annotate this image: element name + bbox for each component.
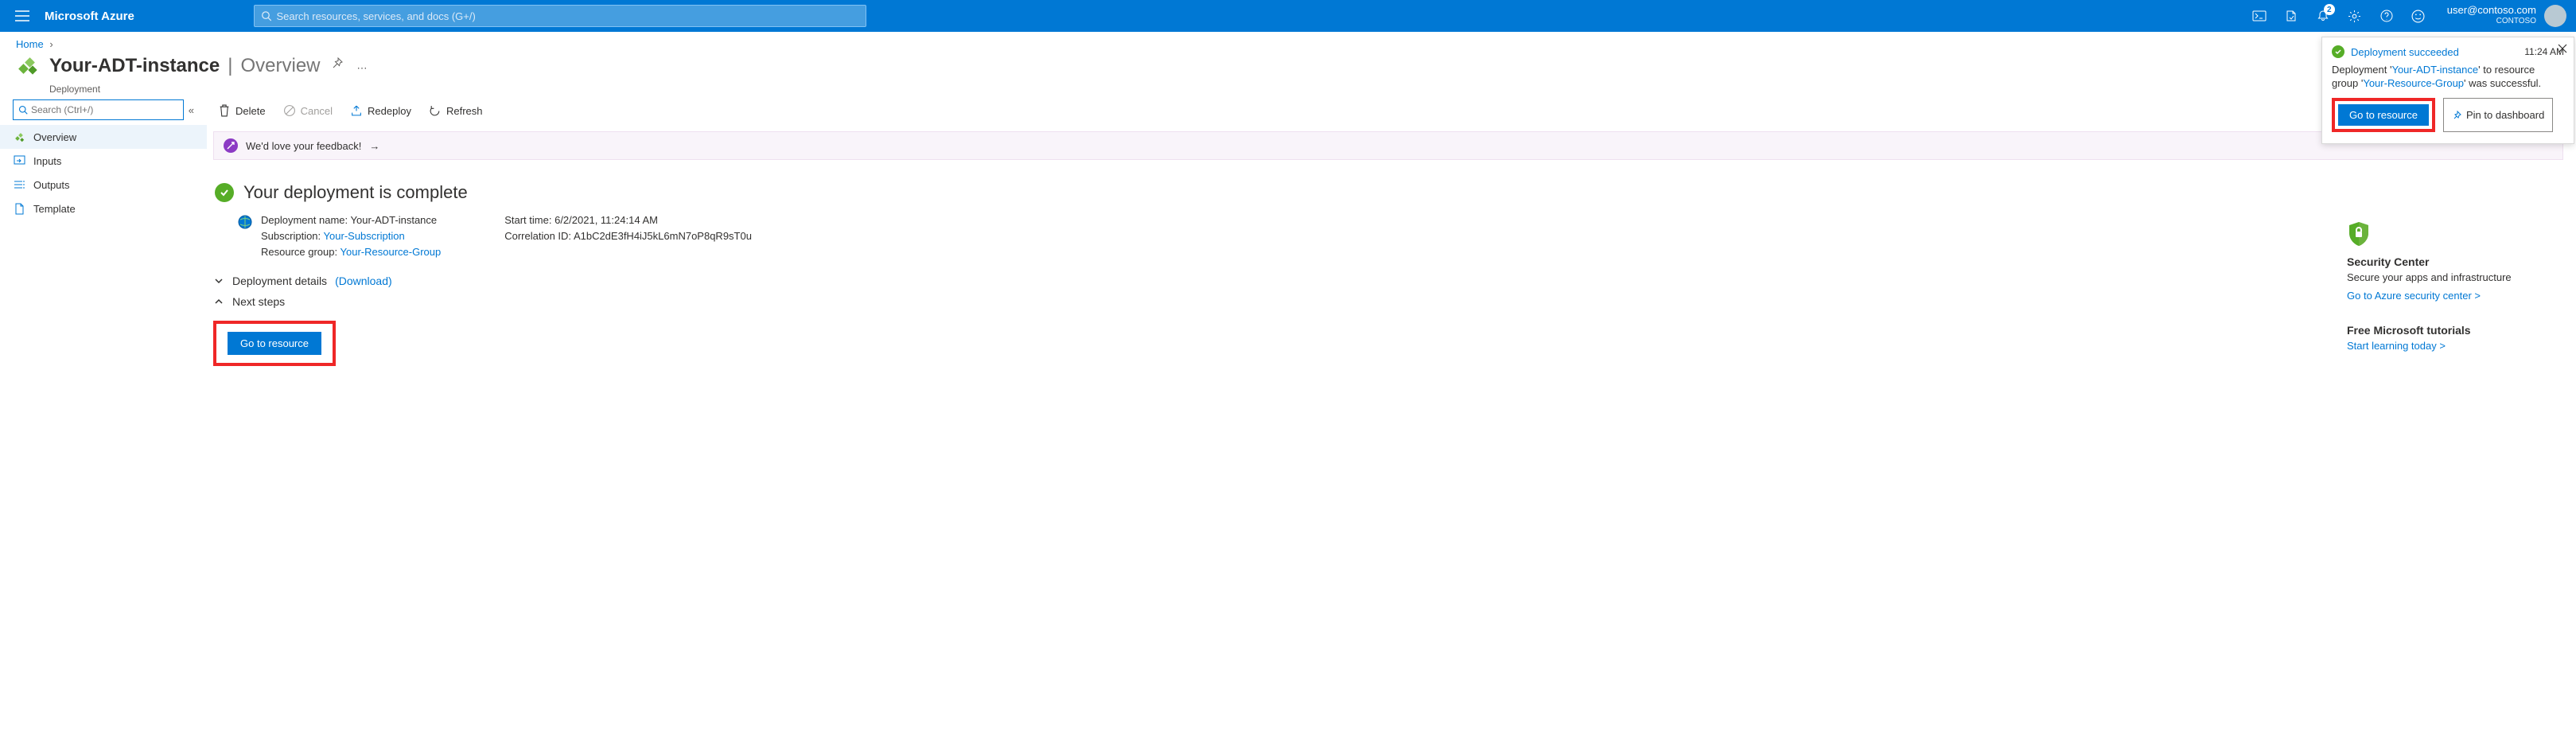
tutorials-heading: Free Microsoft tutorials	[2347, 324, 2549, 337]
template-icon	[13, 203, 25, 215]
page-title: Your-ADT-instance	[49, 55, 220, 77]
highlight-ring: Go to resource	[2332, 98, 2435, 132]
help-icon[interactable]	[2372, 0, 2401, 32]
right-rail: Security Center Secure your apps and inf…	[2333, 160, 2563, 379]
feedback-bar[interactable]: We'd love your feedback! →	[213, 131, 2563, 160]
pin-to-dashboard-button[interactable]: Pin to dashboard	[2443, 98, 2553, 132]
search-icon	[261, 10, 272, 21]
sidebar-item-overview[interactable]: Overview	[0, 125, 207, 149]
chevron-down-icon	[213, 276, 224, 286]
toast-body: Deployment 'Your-ADT-instance' to resour…	[2332, 63, 2564, 90]
sidebar-item-outputs[interactable]: Outputs	[0, 173, 207, 197]
download-link[interactable]: (Download)	[335, 275, 392, 287]
success-icon	[2332, 45, 2344, 58]
feedback-icon[interactable]	[2404, 0, 2433, 32]
sidebar: « Overview Inputs Outputs Template	[0, 95, 207, 379]
sidebar-item-label: Outputs	[33, 179, 70, 191]
chevron-up-icon	[213, 297, 224, 306]
start-time-value: 6/2/2021, 11:24:14 AM	[555, 214, 658, 226]
topbar-icons: 2	[2245, 0, 2433, 32]
breadcrumb: Home ›	[0, 32, 2576, 52]
deployment-details: Deployment name: Your-ADT-instance Subsc…	[237, 212, 2333, 260]
content: Delete Cancel Redeploy Refresh We'd love…	[207, 95, 2576, 379]
security-center-link[interactable]: Go to Azure security center >	[2347, 290, 2481, 302]
go-to-resource-button[interactable]: Go to resource	[228, 332, 321, 355]
status-row: Your deployment is complete	[215, 182, 2333, 203]
globe-icon	[237, 214, 253, 230]
sidebar-item-label: Template	[33, 203, 76, 215]
cloud-shell-icon[interactable]	[2245, 0, 2274, 32]
resource-icon	[16, 53, 41, 79]
breadcrumb-home[interactable]: Home	[16, 38, 44, 50]
close-icon[interactable]	[2555, 41, 2570, 56]
toast-notification: Deployment succeeded 11:24 AM Deployment…	[2321, 37, 2574, 144]
page-header: Your-ADT-instance | Overview ⋯	[0, 52, 2576, 84]
page-section: Overview	[240, 55, 320, 77]
deployment-name-value: Your-ADT-instance	[351, 214, 438, 226]
toast-deployment-link[interactable]: Your-ADT-instance	[2391, 64, 2478, 76]
status-title: Your deployment is complete	[243, 182, 468, 203]
deployment-details-section[interactable]: Deployment details (Download)	[213, 275, 2333, 287]
tutorials-link[interactable]: Start learning today >	[2347, 340, 2446, 352]
cubes-icon	[13, 131, 25, 143]
more-icon[interactable]: ⋯	[354, 59, 371, 78]
user-tenant: CONTOSO	[2447, 16, 2536, 27]
cancel-button: Cancel	[283, 104, 333, 117]
subscription-link[interactable]: Your-Subscription	[324, 230, 405, 242]
arrow-right-icon: →	[369, 140, 379, 152]
settings-icon[interactable]	[2341, 0, 2369, 32]
user-email: user@contoso.com	[2447, 5, 2536, 16]
collapse-sidebar-icon[interactable]: «	[189, 104, 194, 116]
resource-kind: Deployment	[33, 84, 2576, 95]
notifications-icon[interactable]: 2	[2309, 0, 2337, 32]
sidebar-search[interactable]	[13, 99, 184, 120]
directory-icon[interactable]	[2277, 0, 2306, 32]
security-center-text: Secure your apps and infrastructure	[2347, 271, 2549, 283]
sidebar-item-label: Inputs	[33, 155, 61, 167]
global-search[interactable]	[254, 5, 866, 27]
hamburger-menu[interactable]	[6, 0, 38, 32]
pin-icon	[2452, 111, 2461, 120]
sidebar-item-inputs[interactable]: Inputs	[0, 149, 207, 173]
sidebar-item-label: Overview	[33, 131, 76, 143]
inputs-icon	[13, 155, 25, 166]
sidebar-search-input[interactable]	[31, 104, 178, 115]
redeploy-button[interactable]: Redeploy	[350, 104, 411, 117]
sidebar-item-template[interactable]: Template	[0, 197, 207, 220]
avatar[interactable]	[2544, 5, 2566, 27]
resource-group-link[interactable]: Your-Resource-Group	[340, 246, 442, 258]
brand[interactable]: Microsoft Azure	[45, 10, 134, 23]
refresh-button[interactable]: Refresh	[429, 104, 483, 117]
security-center-heading: Security Center	[2347, 255, 2549, 268]
delete-button[interactable]: Delete	[218, 104, 266, 117]
feedback-text: We'd love your feedback!	[246, 140, 361, 152]
toast-go-to-resource-button[interactable]: Go to resource	[2338, 104, 2429, 126]
pin-icon[interactable]	[329, 54, 346, 72]
outputs-icon	[13, 180, 25, 189]
shield-icon	[2347, 220, 2549, 247]
correlation-id-value: A1bC2dE3fH4iJ5kL6mN7oP8qR9sT0u	[574, 230, 752, 242]
feedback-icon	[224, 138, 238, 153]
search-icon	[18, 105, 28, 115]
user-block[interactable]: user@contoso.com CONTOSO	[2442, 5, 2541, 27]
success-icon	[215, 183, 234, 202]
topbar: Microsoft Azure 2 user@contoso.com CONTO…	[0, 0, 2576, 32]
toolbar: Delete Cancel Redeploy Refresh	[213, 95, 2563, 127]
chevron-right-icon: ›	[46, 38, 56, 50]
toast-rg-link[interactable]: Your-Resource-Group	[2363, 77, 2464, 89]
notifications-badge: 2	[2324, 4, 2335, 15]
next-steps-section[interactable]: Next steps	[213, 295, 2333, 308]
highlight-ring: Go to resource	[213, 321, 336, 366]
global-search-input[interactable]	[276, 10, 858, 22]
toast-title[interactable]: Deployment succeeded	[2351, 46, 2459, 58]
